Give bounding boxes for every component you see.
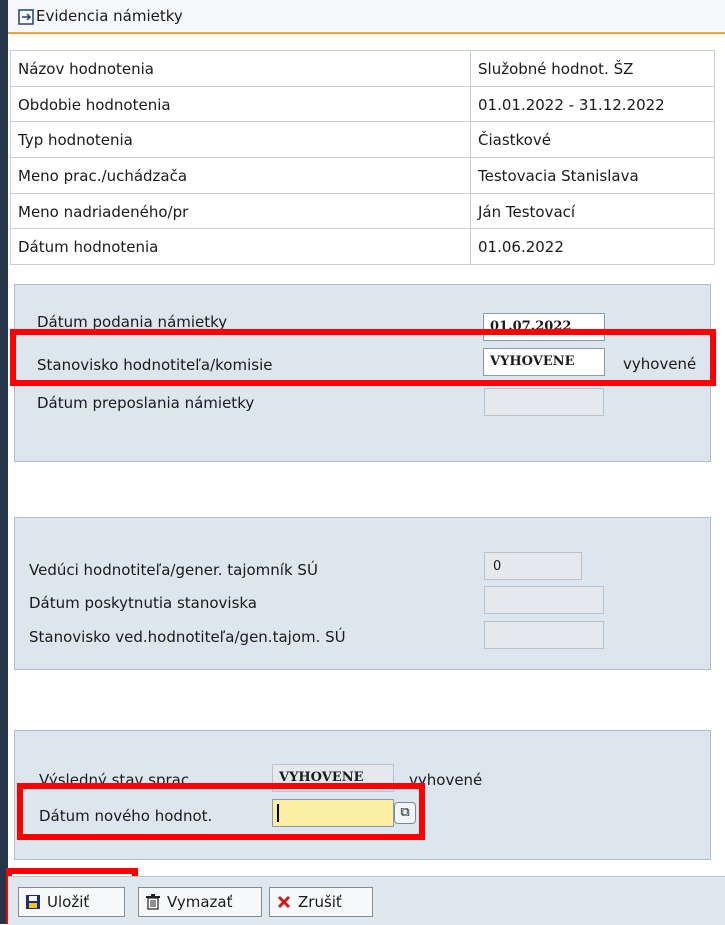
leader-position-label: Stanovisko ved.hodnotiteľa/gen.tajom. SÚ	[29, 628, 346, 646]
leader-evaluator-label: Vedúci hodnotiteľa/gener. tajomník SÚ	[29, 561, 318, 579]
text-cursor	[277, 804, 279, 822]
objection-position-text: vyhovené	[623, 355, 697, 373]
new-evaluation-date-label: Dátum nového hodnot.	[39, 807, 213, 825]
delete-label: Vymazať	[167, 893, 233, 911]
left-frame-bar	[0, 0, 8, 924]
employee-name-value: Testovacia Stanislava	[478, 167, 639, 185]
delete-icon	[146, 894, 160, 910]
result-group: Výsledný stav sprac. VYHOVENE vyhovené D…	[14, 730, 711, 860]
evaluation-type-label: Typ hodnotenia	[18, 131, 133, 149]
value-help-icon[interactable]: ⧉	[394, 802, 416, 824]
leader-position-group: Vedúci hodnotiteľa/gener. tajomník SÚ 0 …	[14, 517, 711, 670]
table-divider	[10, 228, 715, 229]
evaluation-period-value: 01.01.2022 - 31.12.2022	[478, 96, 665, 114]
objection-filed-date-field[interactable]: 01.07.2022	[483, 313, 605, 341]
delete-button[interactable]: Vymazať	[138, 887, 262, 917]
result-state-text: vyhovené	[409, 771, 483, 789]
save-label: Uložiť	[47, 893, 90, 911]
evaluation-date-label: Dátum hodnotenia	[18, 238, 159, 256]
objection-filed-label: Dátum podania námietky	[37, 313, 228, 331]
cancel-label: Zrušiť	[298, 893, 342, 911]
statement-date-field	[484, 586, 604, 614]
save-button[interactable]: Uložiť	[18, 887, 125, 917]
statement-date-label: Dátum poskytnutia stanoviska	[29, 594, 258, 612]
evaluation-name-label: Názov hodnotenia	[18, 60, 154, 78]
evaluation-date-value: 01.06.2022	[478, 238, 564, 256]
objection-forwarded-label: Dátum preposlania námietky	[37, 394, 255, 412]
employee-name-label: Meno prac./uchádzača	[18, 167, 188, 185]
objection-forwarded-date-field	[484, 388, 604, 416]
evaluation-type-value: Čiastkové	[478, 131, 551, 149]
bottom-toolbar: Uložiť Vymazať Zrušiť	[8, 876, 725, 925]
new-evaluation-date-field[interactable]	[272, 799, 394, 827]
table-divider	[10, 264, 715, 265]
supervisor-name-value: Ján Testovací	[478, 203, 576, 221]
table-divider	[10, 86, 715, 87]
result-state-field: VYHOVENE	[272, 764, 394, 792]
table-divider	[10, 50, 715, 51]
save-icon	[26, 895, 40, 909]
cancel-icon	[277, 895, 291, 909]
table-divider	[10, 193, 715, 194]
exit-icon[interactable]	[18, 9, 34, 25]
cancel-button[interactable]: Zrušiť	[269, 887, 373, 917]
page-title: Evidencia námietky	[36, 7, 183, 25]
leader-position-field	[484, 621, 604, 649]
result-state-label: Výsledný stav sprac.	[39, 771, 194, 789]
objection-position-label: Stanovisko hodnotiteľa/komisie	[37, 356, 273, 374]
title-bar: Evidencia námietky	[8, 0, 725, 34]
objection-group: Dátum podania námietky 01.07.2022 Stanov…	[14, 284, 711, 462]
evaluation-period-label: Obdobie hodnotenia	[18, 96, 171, 114]
evaluation-name-value: Služobné hodnot. ŠZ	[478, 60, 634, 78]
objection-position-field[interactable]: VYHOVENE	[483, 348, 605, 376]
leader-evaluator-field: 0	[484, 552, 582, 580]
table-divider	[10, 121, 715, 122]
table-divider	[10, 157, 715, 158]
supervisor-name-label: Meno nadriadeného/pr	[18, 203, 189, 221]
